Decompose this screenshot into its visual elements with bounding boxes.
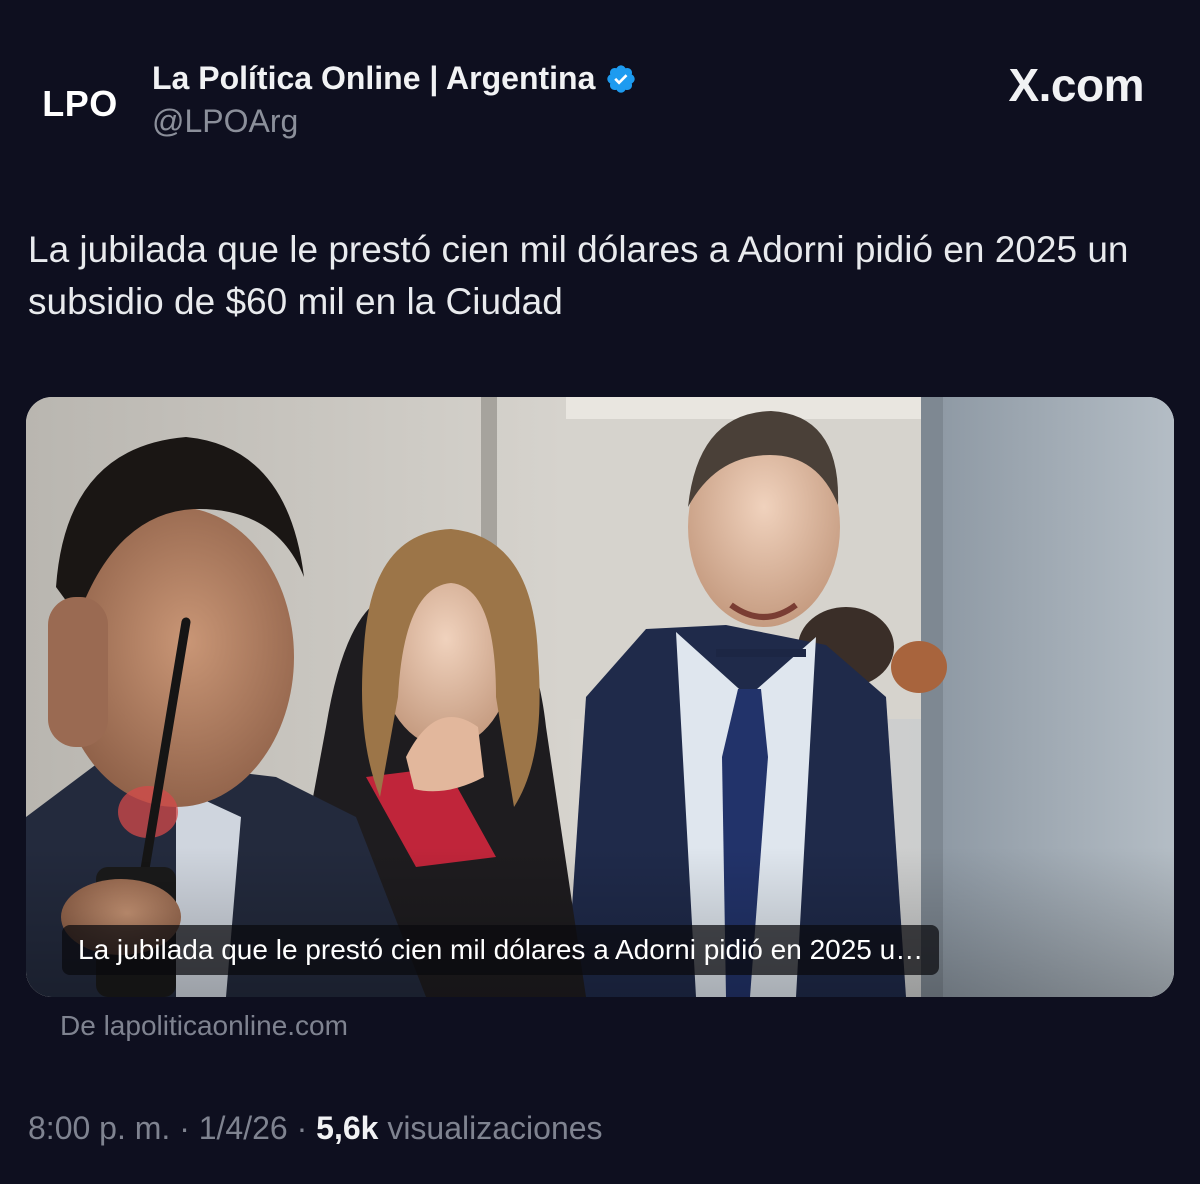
source-domain[interactable]: lapoliticaonline.com: [104, 1010, 348, 1041]
card-caption[interactable]: La jubilada que le prestó cien mil dólar…: [62, 925, 940, 975]
meta-separator: ·: [179, 1110, 190, 1146]
card-source[interactable]: De lapoliticaonline.com: [60, 1010, 348, 1042]
views-count[interactable]: 5,6k: [316, 1110, 378, 1146]
author-name[interactable]: La Política Online | Argentina: [152, 60, 595, 97]
tweet-meta: 8:00 p. m. · 1/4/26 · 5,6k visualizacion…: [28, 1110, 603, 1147]
tweet-date[interactable]: 1/4/26: [199, 1110, 288, 1146]
tweet-screenshot: LPO La Política Online | Argentina @LPOA…: [0, 0, 1200, 1184]
author-avatar[interactable]: LPO: [30, 64, 130, 144]
author-name-row: La Política Online | Argentina: [152, 60, 637, 97]
source-prefix: De: [60, 1010, 96, 1041]
verified-badge-icon: [607, 64, 636, 93]
x-brand-watermark: X.com: [1008, 59, 1144, 111]
author-handle[interactable]: @LPOArg: [152, 103, 637, 140]
author-block[interactable]: La Política Online | Argentina @LPOArg: [152, 60, 637, 140]
meta-separator: ·: [296, 1110, 308, 1146]
article-photo: [26, 397, 1174, 997]
link-preview-card[interactable]: La jubilada que le prestó cien mil dólar…: [26, 397, 1174, 997]
tweet-time[interactable]: 8:00 p. m.: [28, 1110, 170, 1146]
views-label: visualizaciones: [387, 1110, 603, 1146]
tweet-text: La jubilada que le prestó cien mil dólar…: [28, 229, 1129, 322]
